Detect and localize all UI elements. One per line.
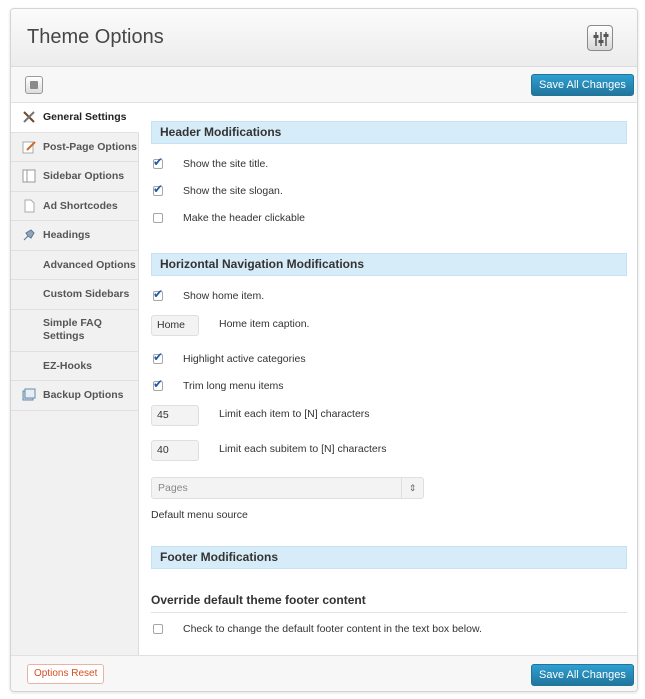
option-label: Trim long menu items <box>183 380 284 392</box>
sidebar-item-label: General Settings <box>43 111 127 124</box>
top-toolbar: Save All Changes <box>11 67 637 103</box>
option-label: Highlight active categories <box>183 353 306 365</box>
option-label: Show the site slogan. <box>183 185 283 197</box>
sidebar-item-label: Sidebar Options <box>43 170 125 183</box>
limit-subitem-input[interactable]: 40 <box>151 440 199 461</box>
sidebar-item-label: Headings <box>43 229 91 242</box>
footer-override-subheading: Override default theme footer content <box>151 593 627 613</box>
footer-modifications-heading: Footer Modifications <box>151 546 627 569</box>
sidebar-item-headings[interactable]: Headings <box>11 221 138 251</box>
option-show-site-title: Show the site title. <box>151 155 268 173</box>
option-show-site-slogan: Show the site slogan. <box>151 182 283 200</box>
theme-options-panel: Theme Options Save All Changes General S… <box>10 8 638 692</box>
show-site-slogan-checkbox[interactable] <box>153 182 163 196</box>
menu-source-value: Pages <box>158 482 188 494</box>
sidebar-item-label: Ad Shortcodes <box>43 199 118 212</box>
sidebar-item-advanced-options[interactable]: Advanced Options <box>11 251 138 280</box>
option-label: Show home item. <box>183 290 265 302</box>
sidebar-item-general-settings[interactable]: General Settings <box>11 103 139 133</box>
option-show-home-item: Show home item. <box>151 287 264 305</box>
sidebar-item-label: Custom Sidebars <box>43 288 130 301</box>
page-title: Theme Options <box>27 26 164 48</box>
panel-header: Theme Options <box>11 9 637 67</box>
pushpin-icon <box>22 228 36 242</box>
limit-item-input[interactable]: 45 <box>151 405 199 426</box>
sidebar-item-label: Backup Options <box>43 389 124 402</box>
backup-icon <box>22 388 36 402</box>
sidebar-item-backup-options[interactable]: Backup Options <box>11 381 138 411</box>
horizontal-navigation-heading: Horizontal Navigation Modifications <box>151 253 627 276</box>
options-sidebar: General Settings Post-Page Options Sideb… <box>11 103 139 655</box>
limit-item-label: Limit each item to [N] characters <box>219 408 370 420</box>
show-site-title-checkbox[interactable] <box>153 155 163 169</box>
sidebar-item-label: Simple FAQ Settings <box>43 317 102 342</box>
header-clickable-checkbox[interactable] <box>153 213 163 223</box>
select-arrows-icon: ⇕ <box>401 478 423 498</box>
option-label: Make the header clickable <box>183 212 305 224</box>
option-label: Show the site title. <box>183 158 269 170</box>
option-highlight-active: Highlight active categories <box>151 350 306 368</box>
save-all-changes-button-top[interactable]: Save All Changes <box>531 74 634 96</box>
bottom-toolbar: Options Reset Save All Changes <box>11 655 637 691</box>
options-content: Header Modifications Show the site title… <box>151 103 627 655</box>
header-modifications-heading: Header Modifications <box>151 121 627 144</box>
menu-source-label: Default menu source <box>151 509 248 521</box>
sidebar-item-label: EZ-Hooks <box>43 359 93 372</box>
options-reset-button[interactable]: Options Reset <box>27 664 105 684</box>
sidebar-item-ad-shortcodes[interactable]: Ad Shortcodes <box>11 192 138 221</box>
sidebar-item-post-page-options[interactable]: Post-Page Options <box>11 133 138 162</box>
highlight-active-checkbox[interactable] <box>153 350 163 364</box>
sidebar-item-simple-faq-settings[interactable]: Simple FAQ Settings <box>11 310 138 352</box>
pencil-icon <box>22 140 36 154</box>
home-caption-label: Home item caption. <box>219 318 310 330</box>
option-label: Check to change the default footer conte… <box>183 623 482 635</box>
sidebar-item-label: Advanced Options <box>43 258 136 271</box>
sidebar-item-ez-hooks[interactable]: EZ-Hooks <box>11 352 138 381</box>
home-caption-input[interactable]: Home <box>151 315 199 336</box>
option-trim-menu-items: Trim long menu items <box>151 377 284 395</box>
wrench-screwdriver-icon <box>22 110 36 124</box>
sidebar-item-sidebar-options[interactable]: Sidebar Options <box>11 162 138 192</box>
sidebar-item-custom-sidebars[interactable]: Custom Sidebars <box>11 280 138 310</box>
option-header-clickable: Make the header clickable <box>151 209 305 227</box>
trim-menu-items-checkbox[interactable] <box>153 377 163 391</box>
sidebar-item-label: Post-Page Options <box>43 140 137 153</box>
settings-sliders-icon <box>587 25 613 51</box>
menu-source-select[interactable]: Pages ⇕ <box>151 477 424 499</box>
save-all-changes-button-bottom[interactable]: Save All Changes <box>531 664 634 686</box>
override-footer-checkbox[interactable] <box>153 624 163 634</box>
option-override-footer: Check to change the default footer conte… <box>151 620 482 638</box>
panel-toggle-icon[interactable] <box>25 76 43 94</box>
limit-subitem-label: Limit each subitem to [N] characters <box>219 443 387 455</box>
sidebar-layout-icon <box>22 169 36 183</box>
page-icon <box>22 199 36 213</box>
show-home-item-checkbox[interactable] <box>153 287 163 301</box>
